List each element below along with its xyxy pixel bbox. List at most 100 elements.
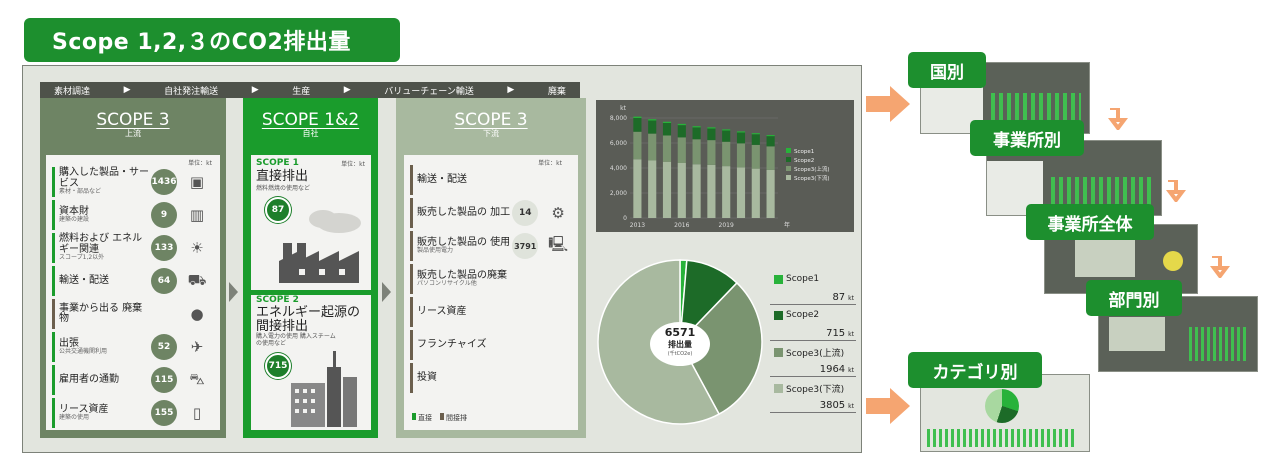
item-note: 素材・部品など <box>59 188 102 196</box>
process-step: 生産 <box>292 86 311 97</box>
process-step: バリューチェーン輸送 <box>384 86 474 97</box>
garbage-bag-icon: ● <box>190 305 204 323</box>
view-tag-department[interactable]: 部門別 <box>1086 280 1182 316</box>
value-badge: 1436 <box>151 169 177 195</box>
bar-segment <box>633 159 642 218</box>
y-unit-label: kt <box>620 105 626 112</box>
value-badge: 115 <box>151 367 177 393</box>
column-title: SCOPE 3 <box>454 110 528 130</box>
bar-segment <box>648 119 657 121</box>
item-note: 建築の建設 <box>59 216 90 224</box>
legend-label: Scope2 <box>794 158 814 164</box>
bar-segment <box>722 130 731 142</box>
bar-segment <box>766 135 775 137</box>
car-icon: ⛍ <box>189 370 205 388</box>
bar-segment <box>692 126 701 128</box>
process-bar: 素材調達 ▶ 自社発注輸送 ▶ 生産 ▶ バリューチェーン輸送 ▶ 廃棄 <box>40 82 580 98</box>
view-tag-site-all[interactable]: 事業所全体 <box>1026 204 1154 240</box>
bar-segment <box>751 144 760 169</box>
total-label: 排出量 <box>668 340 692 349</box>
column-subtitle: 上流 <box>125 129 141 138</box>
list-item[interactable]: 雇用者の通勤 115 ⛍ <box>52 365 214 395</box>
unit-label: 単位：kt <box>188 160 212 167</box>
column-subtitle: 自社 <box>302 129 319 138</box>
truck-icon: ⛟ <box>187 271 207 289</box>
y-tick-label: 6,000 <box>610 140 627 147</box>
value-badge: 133 <box>151 235 177 261</box>
y-tick-label: 4,000 <box>610 165 627 172</box>
list-item[interactable]: 出張 公共交通機関利用 52 ✈ <box>52 332 214 362</box>
legend-value: 715 kt <box>826 328 854 339</box>
bar-segment <box>692 127 701 140</box>
step-arrow-icon: ▶ <box>343 85 351 95</box>
divider <box>770 412 856 413</box>
computer-icon: 🖳 <box>548 234 569 253</box>
scope1-panel[interactable]: 単位：kt SCOPE 1 直接排出 燃料燃焼の使用など 87 <box>251 155 371 290</box>
list-item[interactable]: 燃料および エネルギー関連 スコープ1,2以外 133 ☀ <box>52 233 214 263</box>
x-unit-label: 年 <box>784 221 790 229</box>
downstream-panel: 単位：kt 輸送・配送 販売した製品の 加工 14 ⚙ 販売した製品の 使用 製品… <box>404 155 578 430</box>
list-item[interactable]: 販売した製品の廃棄 パソコンリサイクル他 <box>410 264 572 294</box>
scope-label: エネルギー起源の 間接排出 <box>256 305 361 334</box>
value-badge: 52 <box>151 334 177 360</box>
bar-segment <box>692 139 701 165</box>
x-tick-label: 2013 <box>630 222 645 229</box>
list-item[interactable]: 販売した製品の 加工 14 ⚙ <box>410 198 572 228</box>
value-badge: 14 <box>512 200 539 226</box>
list-item[interactable]: 輸送・配送 64 ⛟ <box>52 266 214 296</box>
bar-segment <box>677 125 686 138</box>
legend-item: Scope2 <box>774 310 819 320</box>
legend-swatch <box>786 175 791 180</box>
value-badge: 3791 <box>512 233 539 259</box>
scope-note: 燃料燃焼の使用など <box>256 185 311 192</box>
column-title: SCOPE 1&2 <box>261 110 360 130</box>
page-title: Scope 1,2,３のCO2排出量 <box>24 18 400 62</box>
bar-segment <box>707 127 716 129</box>
scope-tag: SCOPE 2 <box>256 295 299 305</box>
list-item[interactable]: 資本財 建築の建設 9 ▥ <box>52 200 214 230</box>
process-step: 素材調達 <box>54 86 91 97</box>
legend-swatch <box>786 166 791 171</box>
view-tag-site[interactable]: 事業所別 <box>970 120 1084 156</box>
bar-segment <box>662 135 672 162</box>
item-label: 販売した製品の 加工 <box>417 206 511 218</box>
item-label: フランチャイズ <box>417 338 487 350</box>
value-badge: 9 <box>151 202 177 228</box>
arrow-down-icon <box>1166 180 1186 202</box>
pie-center: 6571 排出量 (千tCO2e) <box>650 322 710 366</box>
legend-item: 間接排 <box>440 413 467 423</box>
item-label: 投資 <box>417 371 437 383</box>
list-item[interactable]: 投資 <box>410 363 572 393</box>
bar-segment <box>722 166 731 218</box>
bar-segment <box>751 134 760 145</box>
list-item[interactable]: フランチャイズ <box>410 330 572 360</box>
bar-segment <box>662 121 672 123</box>
item-label: 輸送・配送 <box>59 274 109 286</box>
scope2-panel[interactable]: SCOPE 2 エネルギー起源の 間接排出 購入電力の使用 購入スチームの使用な… <box>251 295 371 430</box>
legend-item: 直接 <box>412 413 432 423</box>
building-icon: ▯ <box>192 404 202 422</box>
flow-arrow-icon <box>382 282 391 302</box>
item-note: 建築の使用 <box>59 414 90 422</box>
unit-label: 単位：kt <box>341 161 365 168</box>
list-item[interactable]: リース資産 建築の使用 155 ▯ <box>52 398 214 428</box>
list-item[interactable]: 事業から出る 廃棄物 ● <box>52 299 214 329</box>
legend-swatch <box>786 157 791 162</box>
total-value: 6571 <box>664 326 696 339</box>
list-item[interactable]: リース資産 <box>410 297 572 327</box>
total-unit: (千tCO2e) <box>667 351 693 357</box>
bar-segment <box>633 118 642 132</box>
item-label: 販売した製品の 使用 <box>417 236 511 248</box>
view-tag-country[interactable]: 国別 <box>908 52 986 88</box>
list-item[interactable]: 輸送・配送 <box>410 165 572 195</box>
list-item[interactable]: 購入した製品・サービス 素材・部品など 1436 ▣ <box>52 167 214 197</box>
list-item[interactable]: 販売した製品の 使用 製品使用電力 3791 🖳 <box>410 231 572 261</box>
divider <box>770 376 856 377</box>
scope-label: 直接排出 <box>256 169 309 184</box>
legend-value: 1964 kt <box>819 364 854 375</box>
bar-segment <box>677 163 686 218</box>
legend-item: Scope3(下流) <box>774 382 844 395</box>
item-note: パソコンリサイクル他 <box>417 280 477 288</box>
view-tag-category[interactable]: カテゴリ別 <box>908 352 1042 388</box>
item-note: 公共交通機関利用 <box>59 348 108 356</box>
